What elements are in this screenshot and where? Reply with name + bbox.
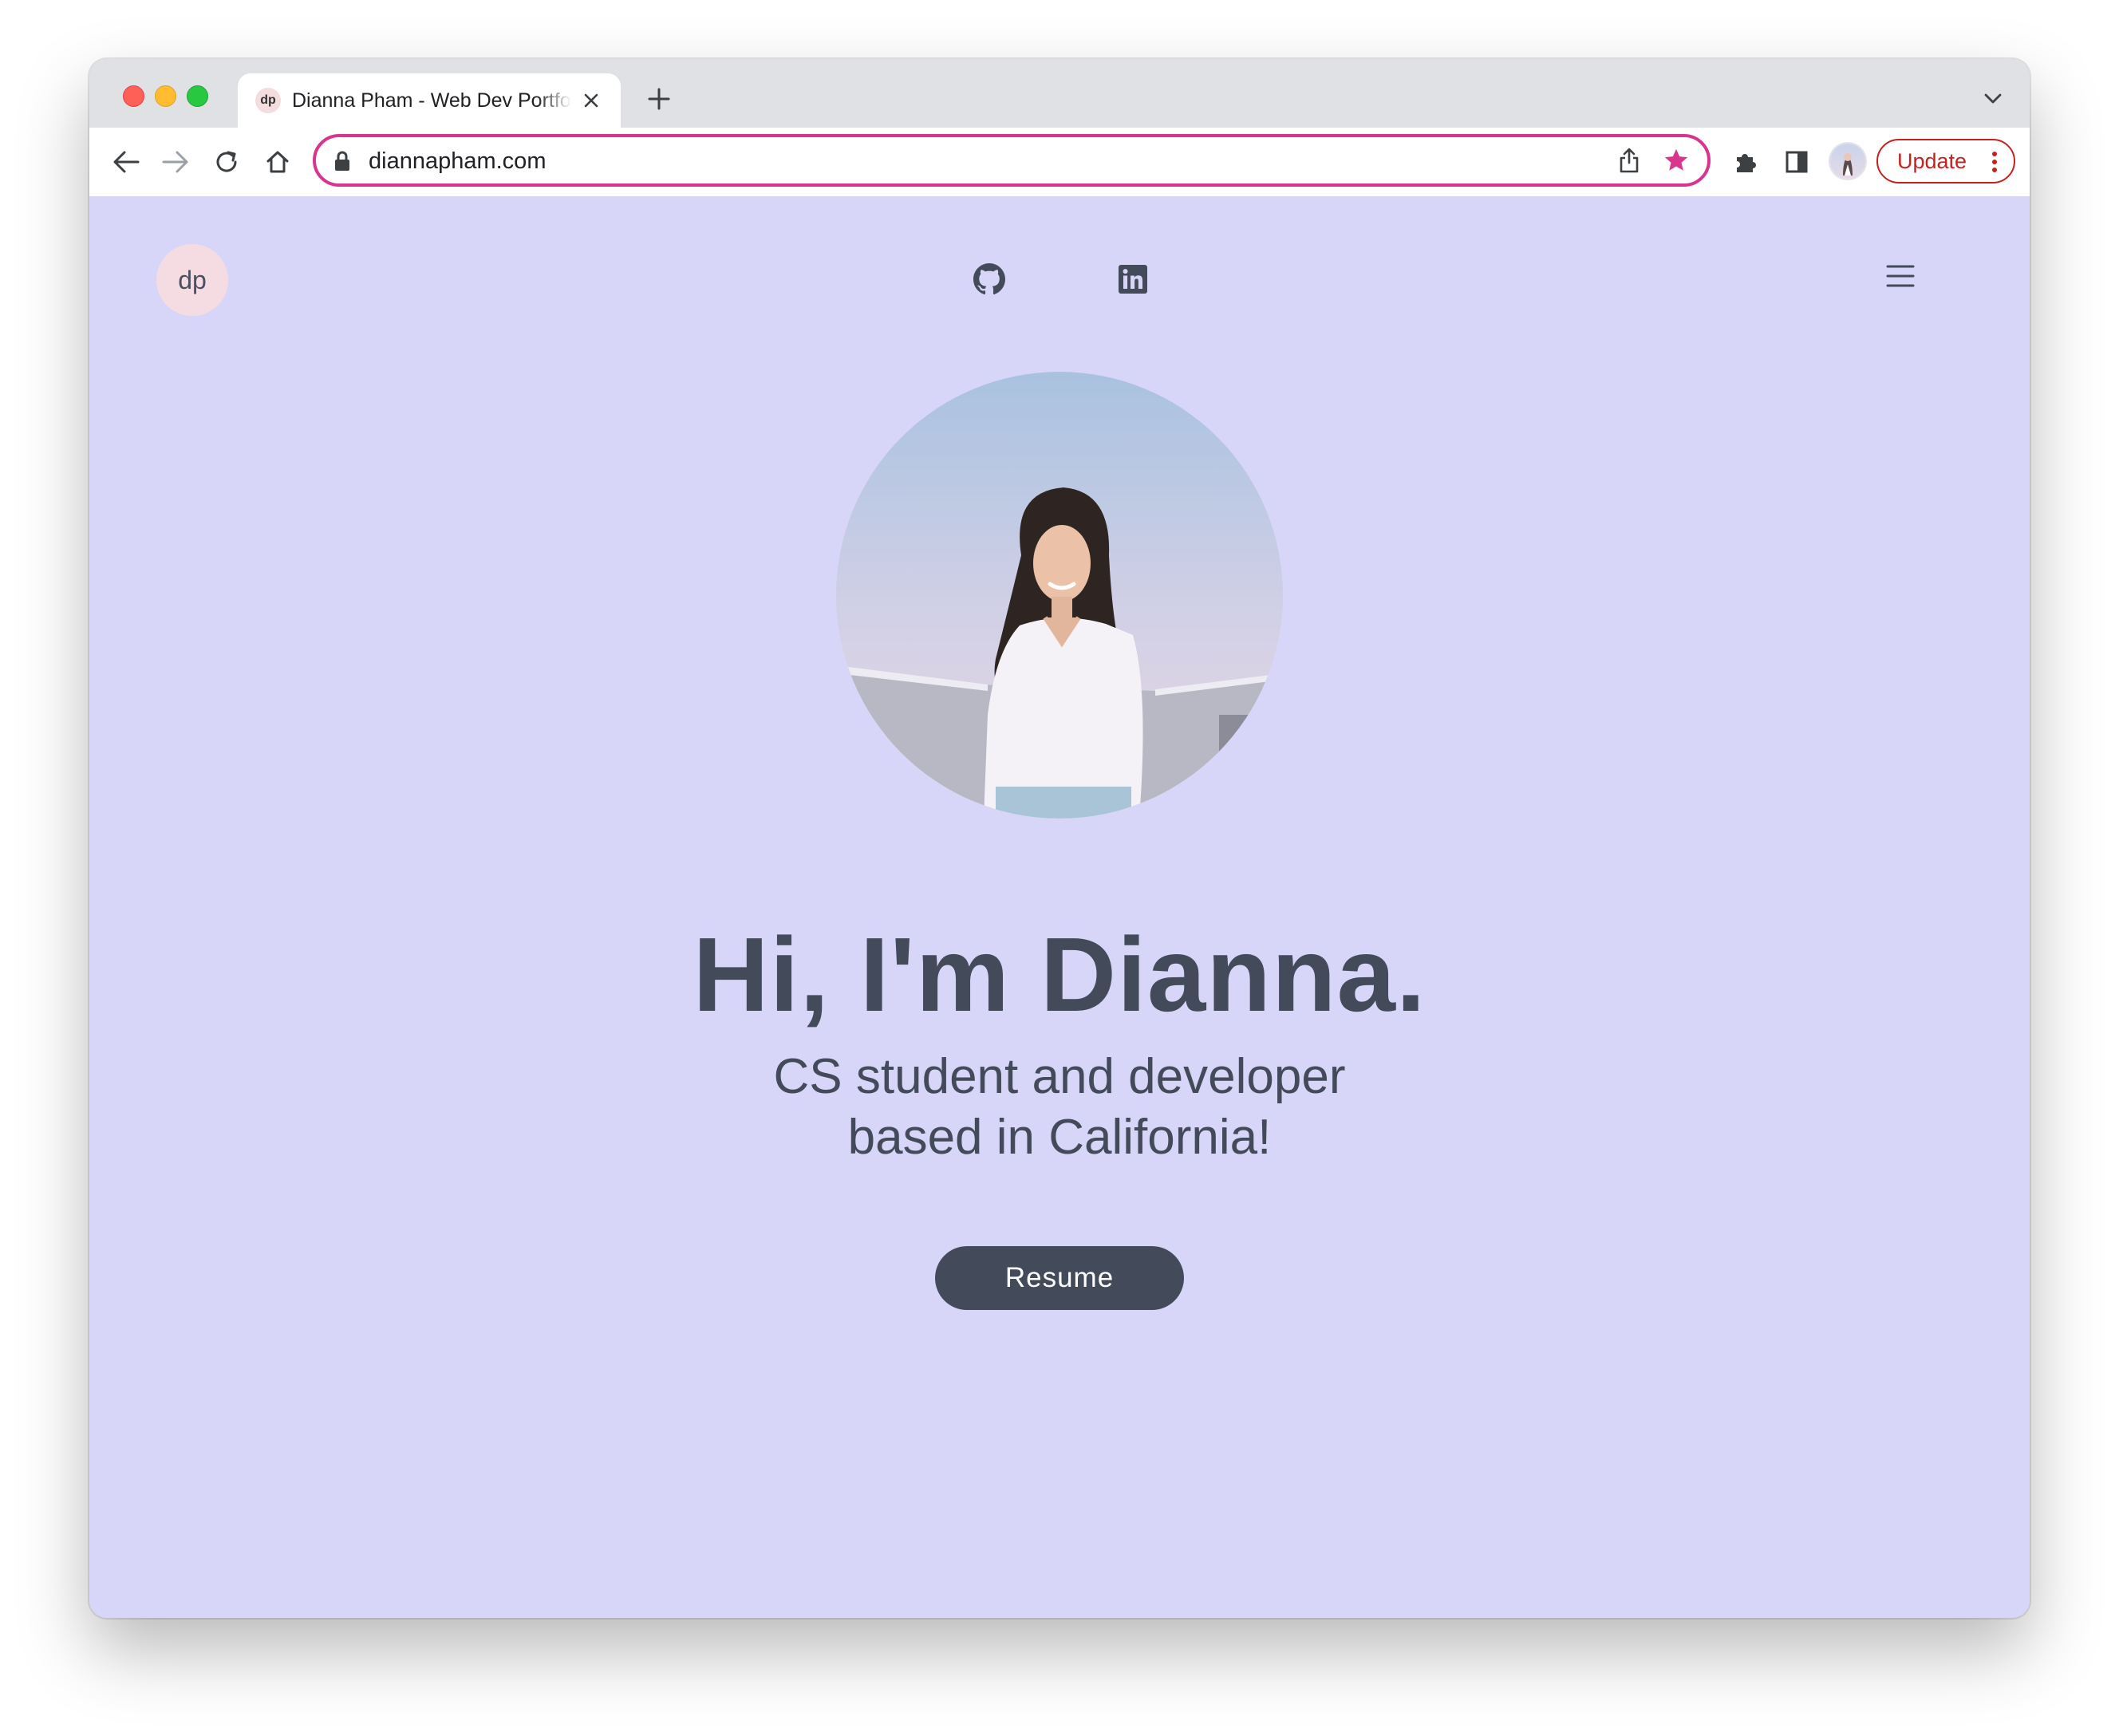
update-button[interactable]: Update (1876, 139, 2015, 183)
address-bar[interactable]: diannapham.com (313, 134, 1711, 187)
tab-favicon: dp (255, 88, 281, 113)
new-tab-icon[interactable] (643, 83, 675, 115)
kebab-menu-icon (1991, 151, 1998, 179)
extensions-puzzle-icon[interactable] (1728, 144, 1763, 180)
hero-subtitle: CS student and developer based in Califo… (740, 1047, 1379, 1168)
close-window-button[interactable] (123, 85, 144, 107)
side-panel-icon[interactable] (1779, 144, 1814, 180)
bookmark-star-icon[interactable] (1663, 147, 1690, 178)
resume-button[interactable]: Resume (935, 1246, 1184, 1310)
browser-window: dp Dianna Pham - Web Dev Portfolio diann… (89, 59, 2030, 1618)
github-icon[interactable] (972, 262, 1007, 297)
hero-heading: Hi, I'm Dianna. (693, 916, 1426, 1033)
browser-toolbar: diannapham.com Update (89, 128, 2030, 198)
maximize-window-button[interactable] (187, 85, 208, 107)
tab-title: Dianna Pham - Web Dev Portfolio (292, 89, 571, 112)
minimize-window-button[interactable] (155, 85, 176, 107)
profile-photo (836, 372, 1283, 819)
hero-subtitle-line-1: CS student and developer (773, 1049, 1346, 1104)
hero-subtitle-line-2: based in California! (847, 1110, 1272, 1165)
page-content: dp Hi, I'm Dianna. CS student and develo… (89, 196, 2030, 1618)
share-icon[interactable] (1618, 147, 1640, 178)
linkedin-icon[interactable] (1115, 262, 1150, 297)
profile-avatar[interactable] (1830, 144, 1865, 179)
forward-arrow-icon[interactable] (158, 144, 193, 180)
home-icon[interactable] (260, 144, 295, 180)
tab-strip: dp Dianna Pham - Web Dev Portfolio (89, 59, 2030, 128)
reload-icon[interactable] (209, 144, 244, 180)
url-text[interactable]: diannapham.com (369, 148, 546, 175)
update-button-label: Update (1897, 148, 1967, 173)
lock-icon[interactable] (333, 150, 351, 176)
chevron-down-icon[interactable] (1980, 86, 2006, 112)
browser-tab[interactable]: dp Dianna Pham - Web Dev Portfolio (238, 73, 621, 128)
hamburger-menu-icon[interactable] (1884, 262, 1916, 290)
back-arrow-icon[interactable] (109, 144, 144, 180)
close-tab-icon[interactable] (579, 89, 603, 112)
site-logo[interactable]: dp (156, 244, 228, 316)
